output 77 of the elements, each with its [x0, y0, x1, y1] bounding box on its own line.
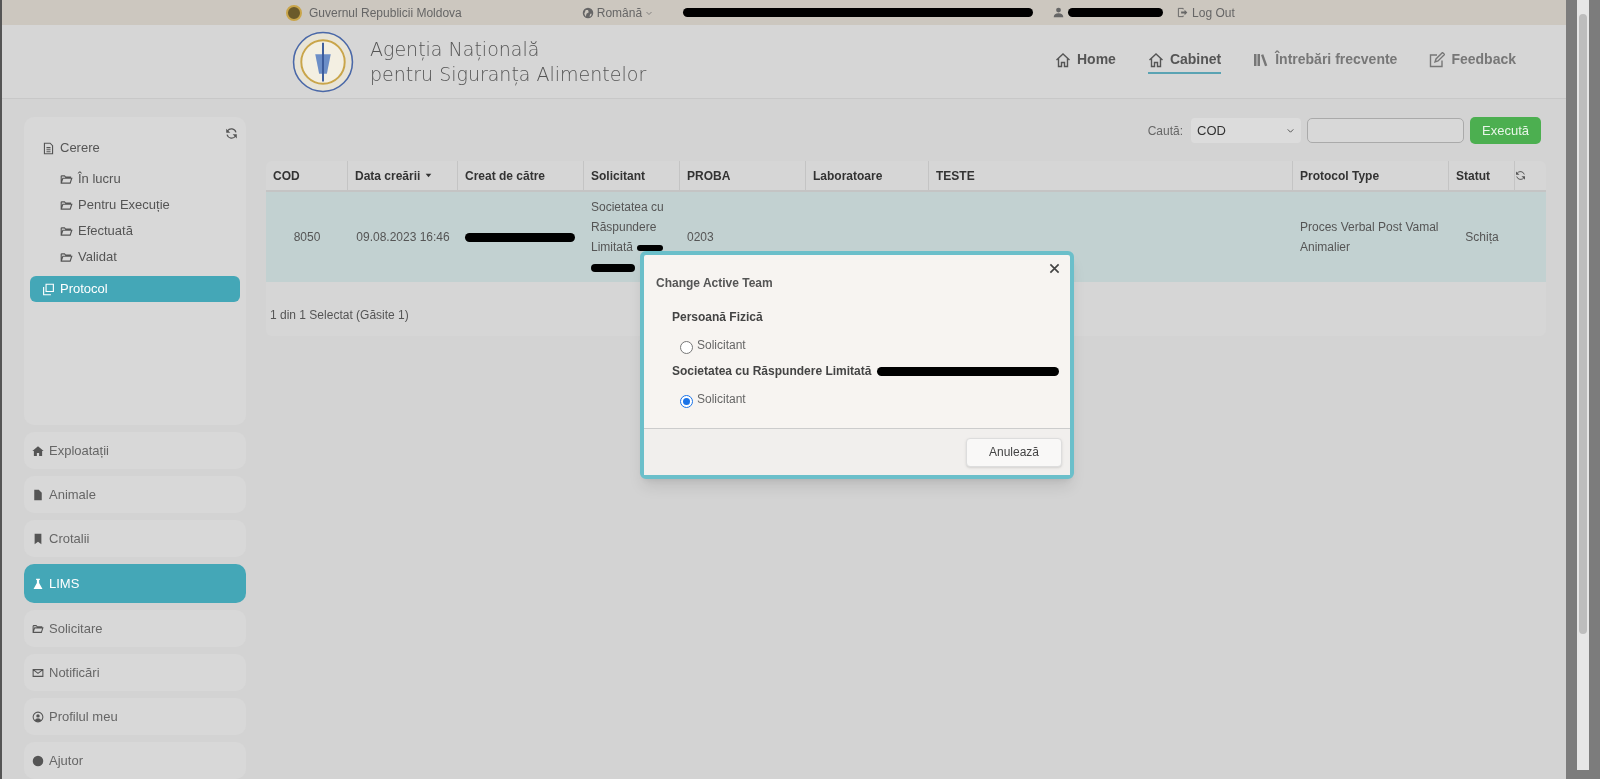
- table-cell-text: Proces Verbal Post Vamal Animalier: [1299, 219, 1440, 256]
- sidebar-item[interactable]: Validat: [30, 244, 240, 270]
- copy-icon: [42, 282, 55, 296]
- sidebar-menu-item[interactable]: Solicitare: [24, 610, 246, 647]
- home-icon: [1147, 51, 1164, 68]
- sidebar-menu-item[interactable]: Exploatații: [24, 432, 246, 469]
- search-input[interactable]: [1307, 118, 1464, 143]
- sidebar-item[interactable]: În lucru: [30, 166, 240, 192]
- table-cell: Societatea cu Răspundere Limitată: [591, 200, 664, 254]
- agency-logo-icon: [292, 30, 354, 93]
- table-cell-text: 09.08.2023 16:46: [355, 229, 451, 246]
- search-label: Caută:: [1147, 122, 1183, 140]
- refresh-icon[interactable]: [225, 127, 238, 140]
- document-icon: [42, 141, 55, 155]
- column-header[interactable]: TESTE: [929, 161, 1293, 190]
- column-header[interactable]: Laboratoare: [806, 161, 929, 190]
- edit-icon: [1429, 51, 1446, 68]
- nav-link[interactable]: Cabinet: [1147, 49, 1222, 74]
- nav-link[interactable]: Home: [1055, 49, 1116, 74]
- close-icon[interactable]: [1049, 263, 1060, 274]
- radio-label: Solicitant: [697, 337, 746, 354]
- logout-link[interactable]: Log Out: [1177, 3, 1235, 22]
- radio-button[interactable]: [680, 395, 693, 408]
- user-icon: [1053, 7, 1065, 18]
- nav-link[interactable]: Întrebări frecvente: [1253, 49, 1398, 74]
- logout-icon: [1177, 7, 1189, 18]
- search-field-dropdown[interactable]: COD: [1191, 118, 1301, 143]
- emblem-icon: [286, 4, 302, 21]
- books-icon: [1253, 51, 1270, 68]
- folder-icon: [60, 172, 73, 186]
- sidebar-item[interactable]: Pentru Execuție: [30, 192, 240, 218]
- folder-icon: [60, 224, 73, 238]
- cancel-button[interactable]: Anulează: [965, 437, 1062, 467]
- chevron-icon: [1286, 126, 1295, 135]
- sidebar-menu-item[interactable]: LIMS: [24, 564, 246, 603]
- agency-name: Agenția Națională: [370, 36, 541, 62]
- flask-icon: [32, 577, 44, 590]
- group-heading: Persoană Fizică: [672, 309, 763, 326]
- sidebar-menu-item[interactable]: Animale: [24, 476, 246, 513]
- refresh-icon[interactable]: [1515, 170, 1526, 181]
- government-link[interactable]: Guvernul Republicii Moldova: [309, 3, 462, 22]
- scrollbar-thumb[interactable]: [1579, 14, 1587, 634]
- user-circle-icon: [32, 710, 44, 723]
- home-icon: [32, 444, 44, 457]
- table-cell-text: Schița: [1464, 229, 1500, 246]
- scrollbar[interactable]: [1577, 0, 1589, 770]
- table-cell-text: 8050: [292, 229, 322, 246]
- sidebar-menu-item[interactable]: Crotalii: [24, 520, 246, 557]
- column-header[interactable]: Protocol Type: [1293, 161, 1449, 190]
- group-heading: Societatea cu Răspundere Limitată: [672, 363, 872, 380]
- sidebar-item[interactable]: Protocol: [30, 276, 240, 302]
- mail-icon: [32, 666, 44, 679]
- column-header[interactable]: PROBA: [680, 161, 806, 190]
- nav-link[interactable]: Feedback: [1429, 49, 1516, 74]
- table-footer-status: 1 din 1 Selectat (Găsite 1): [270, 308, 409, 322]
- bookmark-icon: [32, 532, 44, 545]
- globe-icon: [581, 6, 594, 19]
- sidebar-menu-item[interactable]: Notificări: [24, 654, 246, 691]
- home-icon: [1055, 51, 1071, 68]
- sidebar-menu-item[interactable]: Profilul meu: [24, 698, 246, 735]
- sidebar-item[interactable]: Cerere: [30, 135, 240, 161]
- radio-label: Solicitant: [697, 391, 746, 408]
- folder-icon: [32, 622, 44, 635]
- column-header[interactable]: Creat de către: [458, 161, 584, 190]
- table-cell-text: 0203: [686, 229, 715, 246]
- file-icon: [32, 488, 44, 501]
- language-dropdown[interactable]: Română: [581, 3, 654, 22]
- sidebar-menu-item[interactable]: Ajutor: [24, 742, 246, 779]
- agency-name: pentru Siguranța Alimentelor: [370, 61, 647, 87]
- folder-icon: [60, 250, 73, 264]
- folder-icon: [60, 198, 73, 212]
- column-header[interactable]: COD: [266, 161, 348, 190]
- column-header[interactable]: Solicitant: [584, 161, 680, 190]
- column-header[interactable]: Statut: [1449, 161, 1515, 190]
- sidebar-item[interactable]: Efectuată: [30, 218, 240, 244]
- radio-button[interactable]: [680, 341, 693, 354]
- column-header[interactable]: Data creării: [348, 161, 458, 190]
